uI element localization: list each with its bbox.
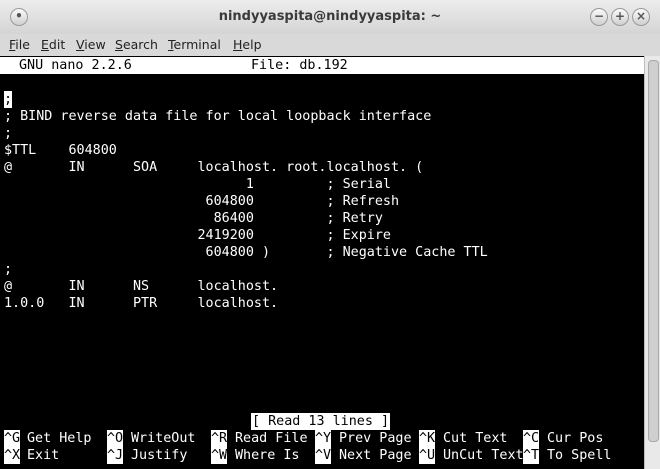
shortcut-key: ^G [4, 430, 21, 447]
shortcut-label: Justify [131, 448, 188, 463]
file-line: 604800 ; Refresh [4, 194, 400, 209]
menu-help[interactable]: Help [233, 37, 262, 52]
shortcut-key: ^T [523, 447, 540, 464]
file-line: ; [4, 262, 13, 277]
menu-file[interactable]: File [9, 37, 30, 52]
shortcut-label: Where Is [235, 448, 300, 463]
title-bar: • nindyyaspita@nindyyaspita: ~ − + × [0, 0, 660, 34]
shortcut-key: ^V [315, 447, 332, 464]
file-line: ; [4, 126, 13, 141]
shortcut-key: ^O [107, 430, 124, 447]
file-line: 1 ; Serial [4, 177, 391, 192]
nano-filename: File: db.192 [251, 58, 348, 73]
shortcut-label: UnCut Text [443, 448, 524, 463]
shortcut-key: ^Y [315, 430, 332, 447]
menu-terminal[interactable]: Terminal [168, 37, 221, 52]
menu-bar: File Edit View Search Terminal Help [0, 34, 660, 56]
minimize-icon[interactable]: − [590, 8, 608, 26]
file-line: 604800 ) ; Negative Cache TTL [4, 245, 488, 260]
shortcut-label: Cur Pos [547, 431, 604, 446]
file-line: $TTL 604800 [4, 143, 117, 158]
window-title: nindyyaspita@nindyyaspita: ~ [218, 9, 442, 24]
shortcut-label: Get Help [27, 431, 92, 446]
close-icon[interactable]: × [632, 8, 650, 26]
shortcut-key: ^K [419, 430, 436, 447]
nano-header: GNU nano 2.2.6 File: db.192 [0, 57, 644, 74]
terminal-area[interactable]: GNU nano 2.2.6 File: db.192 ; ; BIND rev… [0, 56, 644, 469]
file-line: 2419200 ; Expire [4, 228, 391, 243]
shortcut-label: Cut Text [443, 431, 508, 446]
shortcut-label: To Spell [547, 448, 612, 463]
shortcut-label: Prev Page [339, 431, 412, 446]
shortcut-key: ^U [419, 447, 436, 464]
shortcut-label: WriteOut [131, 431, 196, 446]
shortcut-key: ^J [107, 447, 124, 464]
file-line: 86400 ; Retry [4, 211, 383, 226]
file-line: 1.0.0 IN PTR localhost. [4, 296, 279, 311]
shortcut-key: ^R [211, 430, 228, 447]
scrollbar-thumb[interactable] [648, 60, 659, 442]
shortcut-label: Next Page [339, 448, 412, 463]
menu-search[interactable]: Search [115, 37, 158, 52]
file-line: @ IN SOA localhost. root.localhost. ( [4, 160, 424, 175]
shortcut-key: ^X [4, 447, 21, 464]
shortcut-key: ^C [523, 430, 540, 447]
menu-edit[interactable]: Edit [41, 37, 65, 52]
shortcut-label: Read File [235, 431, 308, 446]
vertical-scrollbar[interactable] [644, 56, 660, 469]
menu-view[interactable]: View [76, 37, 106, 52]
maximize-icon[interactable]: + [611, 8, 629, 26]
nano-version: GNU nano 2.2.6 [19, 58, 132, 73]
file-line: @ IN NS localhost. [4, 279, 279, 294]
shortcut-label: Exit [27, 448, 60, 463]
shortcut-key: ^W [211, 447, 228, 464]
text-cursor: ; [4, 91, 13, 108]
status-message: [ Read 13 lines ] [251, 413, 391, 430]
file-line: ; BIND reverse data file for local loopb… [4, 109, 432, 124]
